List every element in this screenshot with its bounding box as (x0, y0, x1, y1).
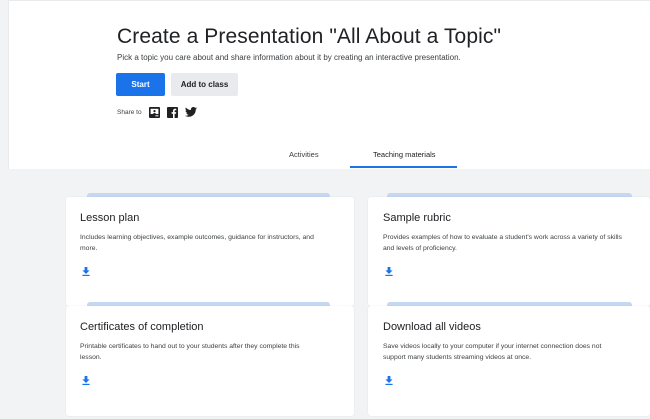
start-button[interactable]: Start (116, 73, 165, 96)
card-certificates: Certificates of completion Printable cer… (66, 306, 354, 416)
page-title: Create a Presentation "All About a Topic… (117, 25, 502, 48)
active-tab-indicator (350, 166, 457, 168)
page-subtitle: Pick a topic you care about and share in… (117, 53, 461, 62)
card-description: Includes learning objectives, example ou… (80, 234, 314, 252)
card-title: Sample rubric (383, 212, 451, 224)
card-title: Lesson plan (80, 212, 140, 224)
card-description: Provides examples of how to evaluate a s… (383, 234, 622, 252)
download-icon[interactable] (82, 263, 90, 276)
page: Create a Presentation "All About a Topic… (0, 0, 650, 419)
card-download-videos: Download all videos Save videos locally … (368, 306, 650, 416)
facebook-icon[interactable] (167, 106, 179, 118)
google-classroom-icon[interactable] (149, 106, 161, 118)
twitter-icon[interactable] (184, 106, 197, 118)
card-description: Save videos locally to your computer if … (383, 343, 602, 361)
tab-activities[interactable]: Activities (289, 150, 319, 159)
activity-header: Create a Presentation "All About a Topic… (8, 0, 650, 169)
download-icon[interactable] (82, 372, 90, 385)
tab-teaching-materials[interactable]: Teaching materials (373, 150, 436, 159)
share-label: Share to (117, 108, 142, 116)
card-title: Download all videos (383, 321, 481, 333)
card-sample-rubric: Sample rubric Provides examples of how t… (368, 197, 650, 306)
add-to-class-button[interactable]: Add to class (171, 73, 238, 96)
card-lesson-plan: Lesson plan Includes learning objectives… (66, 197, 354, 306)
card-title: Certificates of completion (80, 321, 204, 333)
share-bar: Share to (117, 105, 197, 119)
download-icon[interactable] (385, 263, 393, 276)
download-icon[interactable] (385, 372, 393, 385)
card-description: Printable certificates to hand out to yo… (80, 343, 300, 361)
